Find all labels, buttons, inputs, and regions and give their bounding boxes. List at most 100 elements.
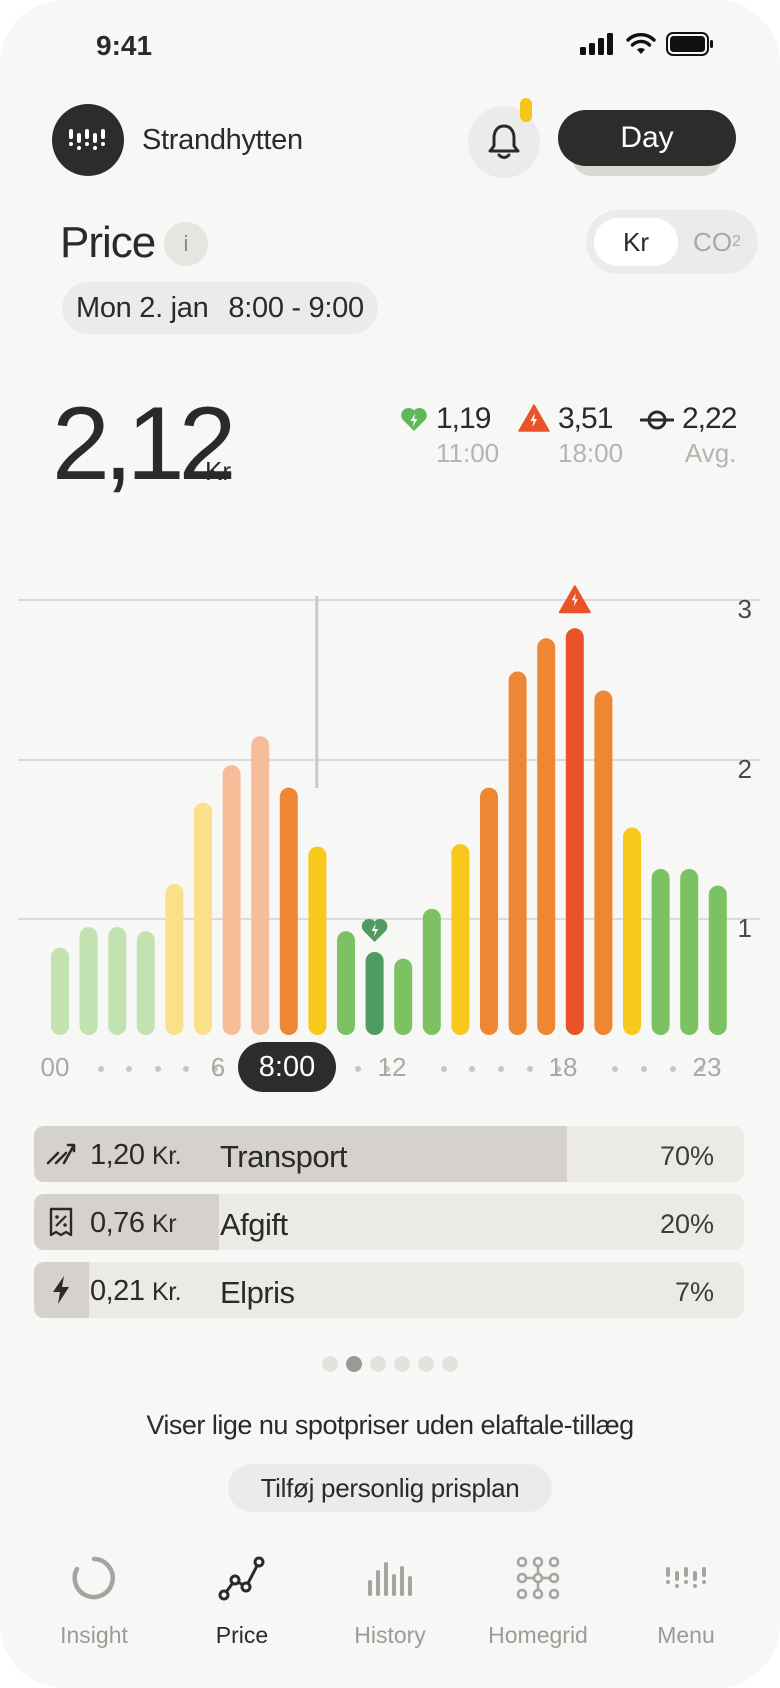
x-tick-dot	[440, 1066, 447, 1072]
x-tick-label: 12	[377, 1052, 407, 1082]
avg-price-value: 2,22	[682, 402, 737, 435]
breakdown-percent: 7%	[674, 1277, 714, 1307]
chart-bar	[394, 958, 413, 1035]
nav-menu[interactable]: Menu	[616, 1548, 756, 1649]
page-indicator[interactable]	[322, 1356, 458, 1372]
menu-waves-icon	[69, 129, 105, 150]
chart-bar	[308, 846, 327, 1035]
status-icons	[580, 32, 714, 56]
breakdown-name: Elpris	[220, 1275, 295, 1310]
selected-hour-pill[interactable]: 8:00	[238, 1042, 336, 1092]
y-tick-label: 3	[738, 594, 752, 624]
breakdown-percent: 70%	[659, 1141, 714, 1171]
site-avatar[interactable]	[52, 104, 124, 176]
page-dot[interactable]	[418, 1356, 434, 1372]
battery-icon	[666, 32, 713, 56]
breakdown-row-afgift[interactable]: 0,76 Kr Afgift 20%	[34, 1194, 744, 1250]
x-tick-dot	[469, 1066, 476, 1072]
bell-icon	[488, 124, 520, 159]
spot-price-notice: Viser lige nu spotpriser uden elaftale-t…	[146, 1410, 634, 1440]
x-tick-dot	[526, 1066, 533, 1072]
chart-bar	[451, 844, 470, 1035]
page-dot[interactable]	[394, 1356, 410, 1372]
app-screen: 9:41 Strandhytten Day Price i Kr CO 2 Mo…	[0, 0, 780, 1688]
breakdown-percent: 20%	[659, 1209, 714, 1239]
chart-bar	[623, 827, 641, 1035]
unit-kr-option[interactable]: Kr	[594, 218, 678, 266]
y-tick-label: 1	[738, 913, 752, 943]
tax-receipt-icon	[46, 1207, 76, 1237]
breakdown-amount: 0,21 Kr.	[90, 1275, 182, 1307]
chart-bar	[680, 869, 699, 1035]
chart-bar	[365, 952, 384, 1035]
chart-bar	[594, 690, 613, 1035]
x-tick-dot	[126, 1066, 133, 1072]
chart-bar	[51, 947, 69, 1035]
site-name[interactable]: Strandhytten	[142, 124, 303, 157]
grid-nodes-icon	[516, 1556, 560, 1600]
page-dot[interactable]	[370, 1356, 386, 1372]
chart-bar	[708, 885, 727, 1035]
min-price-stat: 1,19 11:00	[400, 402, 499, 469]
breakdown-row-transport[interactable]: 1,20 Kr. Transport 70%	[34, 1126, 744, 1182]
chart-bar	[79, 927, 98, 1035]
selected-time-range: 8:00 - 9:00	[228, 291, 364, 324]
x-tick-label: 00	[40, 1052, 70, 1082]
loading-ring-icon	[72, 1556, 115, 1600]
chart-bar	[508, 671, 527, 1035]
selected-date: Mon 2. jan	[76, 291, 209, 324]
cellular-signal-icon	[580, 33, 613, 55]
unit-co2-option[interactable]: CO 2	[682, 218, 752, 266]
x-tick-label: 18	[548, 1052, 578, 1082]
lightning-icon	[46, 1275, 76, 1305]
x-tick-label: 6	[210, 1052, 226, 1082]
chart-bar	[651, 869, 670, 1035]
x-tick-dot	[669, 1066, 676, 1072]
chart-bar	[537, 638, 556, 1035]
page-title: Price	[60, 218, 156, 267]
transport-icon	[46, 1139, 76, 1169]
chart-bar	[251, 736, 270, 1035]
page-dot[interactable]	[442, 1356, 458, 1372]
price-chart-svg[interactable]: 123	[0, 560, 780, 1100]
price-chart[interactable]: 123	[0, 560, 780, 1100]
max-price-time: 18:00	[558, 438, 624, 468]
status-time: 9:41	[96, 30, 153, 61]
chart-bar	[565, 628, 584, 1035]
x-tick-dot	[154, 1066, 161, 1072]
max-price-stat: 3,51 18:00	[518, 402, 623, 469]
x-tick-dot	[498, 1066, 504, 1072]
current-price-value: 2,12	[52, 386, 236, 502]
nav-history[interactable]: History	[320, 1548, 460, 1649]
bar-history-icon	[368, 1562, 412, 1596]
nav-homegrid[interactable]: Homegrid	[468, 1548, 608, 1649]
chart-bar	[337, 931, 355, 1035]
add-price-plan-button[interactable]: Tilføj personlig prisplan	[228, 1464, 552, 1512]
bottom-navigation: Insight Price History Homegrid Menu	[0, 1548, 780, 1658]
page-dot[interactable]	[322, 1356, 338, 1372]
breakdown-row-elpris[interactable]: 0,21 Kr. Elpris 7%	[34, 1262, 744, 1318]
avg-price-stat: 2,22 Avg.	[640, 402, 737, 469]
x-tick-label: 23	[692, 1052, 722, 1082]
breakdown-name: Afgift	[220, 1207, 288, 1242]
x-tick-dot	[97, 1066, 104, 1072]
menu-waves-icon	[666, 1567, 706, 1588]
nav-insight[interactable]: Insight	[24, 1548, 164, 1649]
avg-price-label: Avg.	[684, 438, 737, 468]
page-dot[interactable]	[346, 1356, 362, 1372]
notification-indicator	[520, 98, 532, 122]
info-button[interactable]: i	[164, 222, 208, 266]
nav-price-label: Price	[215, 1622, 269, 1648]
x-tick-dot	[355, 1066, 361, 1072]
nav-price[interactable]: Price	[172, 1548, 312, 1649]
warning-triangle-icon	[518, 404, 550, 432]
chart-bar	[222, 765, 241, 1035]
chart-bar	[480, 787, 498, 1035]
unit-toggle[interactable]: Kr CO 2	[586, 210, 758, 274]
period-day-button[interactable]: Day	[558, 110, 736, 166]
y-tick-label: 2	[738, 754, 752, 784]
x-tick-dot	[641, 1066, 647, 1072]
breakdown-name: Transport	[220, 1139, 348, 1174]
unit-co2-label: CO	[693, 226, 733, 257]
date-time-chip[interactable]: Mon 2. jan 8:00 - 9:00	[62, 282, 378, 334]
